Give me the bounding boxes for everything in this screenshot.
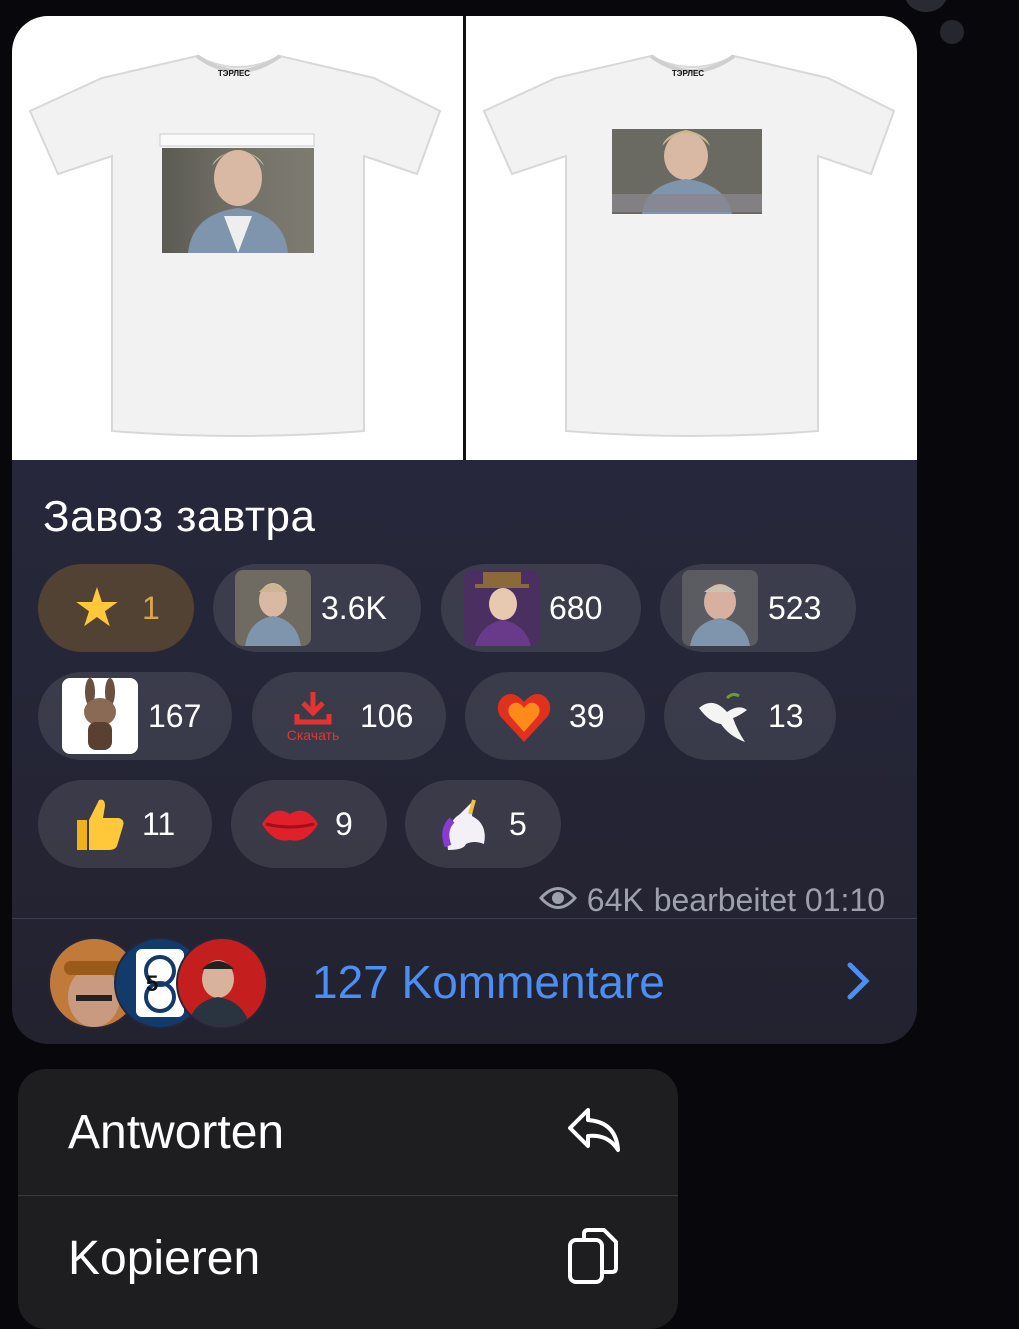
background-blob: [905, 0, 947, 12]
reaction-face-3[interactable]: 523: [660, 564, 856, 652]
reaction-count: 106: [360, 697, 414, 734]
unicorn-icon: [429, 789, 499, 859]
reply-icon: [566, 1106, 622, 1159]
eye-icon: [538, 882, 577, 919]
reaction-download[interactable]: Скачать 106: [252, 672, 446, 760]
reaction-unicorn[interactable]: 5: [405, 780, 561, 868]
chevron-right-icon: [845, 961, 871, 1006]
reaction-heart-fire[interactable]: 39: [465, 672, 645, 760]
comments-button[interactable]: 5 127 Kommentare: [12, 919, 917, 1044]
menu-item-label: Antworten: [68, 1105, 285, 1159]
dove-icon: [688, 681, 758, 751]
bunny-sticker-icon: [62, 678, 138, 754]
reaction-star[interactable]: ★ 1: [38, 564, 194, 652]
reaction-count: 39: [569, 697, 605, 734]
message-bubble[interactable]: ТЭРЛЕС ТЭРЛЕС Завоз завтра ★ 1 3.6K 680 …: [12, 16, 917, 1044]
reaction-dove[interactable]: 13: [664, 672, 836, 760]
kiss-mark-icon: [255, 789, 325, 859]
reaction-count: 1: [142, 589, 160, 626]
heart-on-fire-icon: [489, 681, 559, 751]
comment-avatars: 5: [48, 936, 298, 1029]
avatar-badge: 5: [146, 971, 158, 996]
menu-item-label: Kopieren: [68, 1231, 261, 1285]
message-meta: 64K bearbeitet 01:10: [538, 882, 885, 919]
reaction-thumbs-up[interactable]: 11: [38, 780, 212, 868]
thumbs-up-icon: [62, 789, 132, 859]
reaction-count: 167: [148, 697, 202, 734]
background-blob-small: [940, 20, 964, 44]
download-sticker-text: Скачать: [286, 727, 340, 743]
avatar: [176, 936, 268, 1029]
copy-icon: [566, 1226, 622, 1291]
download-sticker-icon: Скачать: [276, 681, 350, 751]
reaction-count: 5: [509, 805, 527, 842]
star-icon: ★: [72, 578, 122, 638]
reaction-kiss[interactable]: 9: [231, 780, 387, 868]
reaction-count: 9: [335, 805, 353, 842]
wonka-sticker-icon: [463, 570, 539, 646]
comments-label: 127 Kommentare: [312, 955, 665, 1008]
reaction-count: 680: [549, 589, 603, 626]
face-sticker-icon: [235, 570, 311, 646]
menu-item-copy[interactable]: Kopieren: [18, 1195, 678, 1321]
reaction-face-wonka[interactable]: 680: [441, 564, 641, 652]
reactions-area: ★ 1 3.6K 680 523 167 Скачать 106 39 13 1…: [12, 16, 917, 916]
reaction-count: 523: [768, 589, 822, 626]
reaction-count: 11: [142, 805, 176, 842]
reaction-bunny[interactable]: 167: [38, 672, 232, 760]
reaction-count: 3.6K: [321, 589, 387, 626]
menu-item-reply[interactable]: Antworten: [18, 1069, 678, 1195]
reaction-count: 13: [768, 697, 804, 734]
reaction-face-1[interactable]: 3.6K: [213, 564, 421, 652]
face-sticker-icon-3: [682, 570, 758, 646]
context-menu: Antworten Kopieren: [18, 1069, 678, 1329]
edited-time: bearbeitet 01:10: [653, 882, 885, 918]
views-count: 64K: [586, 882, 644, 918]
